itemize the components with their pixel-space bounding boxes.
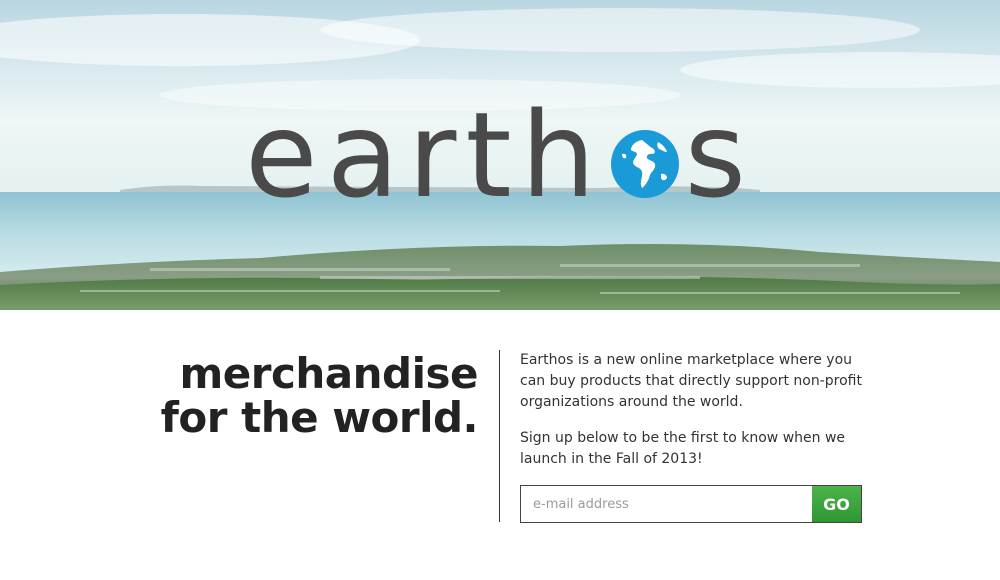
landing-page: earth s merchandise for the world. Earth… xyxy=(0,0,1000,580)
globe-icon xyxy=(609,128,681,200)
info-panel: Earthos is a new online marketplace wher… xyxy=(520,350,870,485)
email-input[interactable] xyxy=(520,485,812,523)
brand-logo[interactable]: earth s xyxy=(0,80,1000,230)
signup-prompt-text: Sign up below to be the first to know wh… xyxy=(520,430,846,467)
tagline: merchandise for the world. xyxy=(58,349,479,442)
tagline-line-1: merchandise xyxy=(179,349,479,398)
logo-text-start: earth xyxy=(245,86,605,224)
signup-form: GO xyxy=(520,485,862,523)
go-button[interactable]: GO xyxy=(812,485,862,523)
tagline-line-2: for the world. xyxy=(160,393,479,442)
description-text: Earthos is a new online marketplace wher… xyxy=(520,352,862,410)
vertical-divider xyxy=(499,350,500,522)
logo-text-end: s xyxy=(684,86,755,224)
main-content: merchandise for the world. Earthos is a … xyxy=(0,310,1000,580)
hero-banner: earth s xyxy=(0,0,1000,310)
